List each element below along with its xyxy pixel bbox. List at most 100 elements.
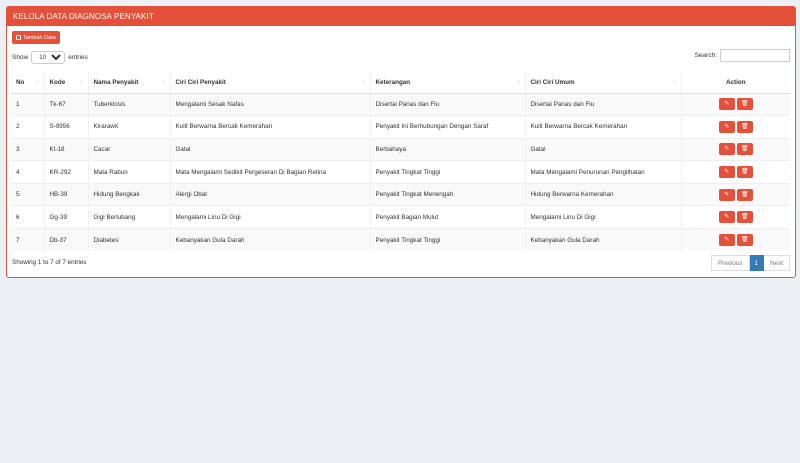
edit-button[interactable]: ✎ bbox=[718, 166, 735, 179]
table-cell: Diabetes bbox=[87, 228, 170, 252]
table-row: 3 Kt-18 Cacar Gatal Berbahaya Gatal ✎ 🗑 bbox=[11, 137, 790, 161]
table-cell: Mengalami Linu Di Gigi bbox=[524, 205, 681, 229]
table-cell: Mengalami Sesak Nafas bbox=[169, 92, 370, 116]
previous-button[interactable]: Previous bbox=[711, 255, 750, 271]
edit-button[interactable]: ✎ bbox=[718, 143, 735, 156]
sort-icon: ↓↑ bbox=[78, 79, 84, 85]
entries-length-control: Show 10 entries bbox=[12, 51, 88, 64]
table-cell: Gatal bbox=[169, 137, 370, 161]
delete-button[interactable]: 🗑 bbox=[736, 211, 753, 224]
edit-button[interactable]: ✎ bbox=[718, 98, 735, 111]
panel-title: KELOLA DATA DIAGNOSA PENYAKIT bbox=[7, 7, 795, 26]
table-cell: 2 bbox=[11, 115, 44, 139]
action-cell: ✎ 🗑 bbox=[680, 228, 790, 252]
column-header-ciri-ciri-penyakit[interactable]: Ciri Ciri Penyakit ↓↑ bbox=[169, 72, 370, 94]
delete-button[interactable]: 🗑 bbox=[736, 234, 753, 247]
column-header-label: Keterangan bbox=[375, 78, 411, 86]
table-row: 1 Tk-67 Tuberklosis Mengalami Sesak Nafas Di… bbox=[11, 92, 790, 116]
add-data-button[interactable]: Tambah Data bbox=[12, 31, 60, 44]
column-header-label: Ciri Ciri Penyakit bbox=[175, 78, 226, 86]
add-doc-icon bbox=[16, 35, 21, 40]
column-header-kode[interactable]: Kode ↓↑ bbox=[43, 72, 88, 94]
column-header-label: Action bbox=[725, 78, 746, 86]
action-cell: ✎ 🗑 bbox=[680, 182, 790, 206]
table-cell: Gg-39 bbox=[43, 205, 88, 229]
table-cell: Mata Mengalami Sedikit Pergeseran Di Bag… bbox=[169, 160, 370, 184]
table-cell: Alergi Obat bbox=[169, 182, 370, 206]
edit-button[interactable]: ✎ bbox=[718, 188, 735, 201]
action-cell: ✎ 🗑 bbox=[680, 115, 790, 139]
column-header-action[interactable]: Action bbox=[680, 72, 790, 94]
edit-button[interactable]: ✎ bbox=[718, 234, 735, 247]
action-cell: ✎ 🗑 bbox=[680, 92, 790, 116]
add-data-label: Tambah Data bbox=[23, 34, 56, 41]
search-input[interactable] bbox=[720, 49, 790, 62]
sort-icon: ↓↑ bbox=[671, 79, 677, 85]
table-cell: 3 bbox=[11, 137, 44, 161]
action-cell: ✎ 🗑 bbox=[680, 205, 790, 229]
edit-button[interactable]: ✎ bbox=[718, 211, 735, 224]
show-label: Show bbox=[12, 54, 29, 61]
edit-button[interactable]: ✎ bbox=[718, 120, 735, 133]
table-cell: 4 bbox=[11, 160, 44, 184]
column-header-label: No bbox=[16, 78, 25, 86]
next-button[interactable]: Next bbox=[764, 255, 790, 271]
column-header-nama-penyakit[interactable]: Nama Penyakit ↓↑ bbox=[87, 72, 170, 94]
table-cell: Penyakit Tingkat Tinggi bbox=[369, 228, 525, 252]
table-info: Showing 1 to 7 of 7 entries bbox=[12, 259, 87, 266]
table-cell: Hidung Berwarna Kemerahan bbox=[524, 182, 681, 206]
search-label: Search: bbox=[694, 52, 717, 59]
table-cell: Disertai Panas dan Flu bbox=[369, 92, 525, 116]
sort-icon: ↓↑ bbox=[160, 79, 166, 85]
table-row: 7 Db-37 Diabetes Kebanyakan Gula Darah Penya… bbox=[11, 228, 790, 252]
table-cell: 1 bbox=[11, 92, 44, 116]
sort-icon: ↓↑ bbox=[34, 79, 40, 85]
table-cell: Penyakit Bagian Mulut bbox=[369, 205, 525, 229]
column-header-keterangan[interactable]: Keterangan ↓↑ bbox=[369, 72, 525, 94]
action-cell: ✎ 🗑 bbox=[680, 160, 790, 184]
table-row: 2 S-9956 Kirarawit Kulit Berwarna Bercak Ke… bbox=[11, 115, 790, 139]
table-cell: Db-37 bbox=[43, 228, 88, 252]
delete-button[interactable]: 🗑 bbox=[736, 143, 753, 156]
column-header-no[interactable]: No ↓↑ bbox=[11, 72, 44, 94]
table-cell: HB-39 bbox=[43, 182, 88, 206]
column-header-label: Nama Penyakit bbox=[93, 78, 139, 86]
column-header-ciri-ciri-umum[interactable]: Ciri Ciri Umum ↓↑ bbox=[524, 72, 681, 94]
table-cell: Mengalami Linu Di Gigi bbox=[169, 205, 370, 229]
table-row: 4 KR-292 Mata Rabun Mata Mengalami Sedikit … bbox=[11, 160, 790, 184]
table-cell: 5 bbox=[11, 182, 44, 206]
column-header-label: Ciri Ciri Umum bbox=[530, 78, 575, 86]
table-cell: Cacar bbox=[87, 137, 170, 161]
pagination: Previous 1 Next bbox=[711, 255, 790, 271]
table-row: 5 HB-39 Hidung Bengkak Alergi Obat Penyakit … bbox=[11, 182, 790, 206]
delete-button[interactable]: 🗑 bbox=[736, 166, 753, 179]
table-cell: Penyakit Tingkat Menengah bbox=[369, 182, 525, 206]
table-cell: Penyakit Tingkat Tinggi bbox=[369, 160, 525, 184]
table-cell: Gigi Berlubang bbox=[87, 205, 170, 229]
table-cell: Berbahaya bbox=[369, 137, 525, 161]
table-cell: 6 bbox=[11, 205, 44, 229]
table-cell: Tuberklosis bbox=[87, 92, 170, 116]
sort-icon: ↓↑ bbox=[515, 79, 521, 85]
table-cell: 7 bbox=[11, 228, 44, 252]
table-cell: Kebanyakan Gula Darah bbox=[524, 228, 681, 252]
table-cell: Kebanyakan Gula Darah bbox=[169, 228, 370, 252]
table-cell: Tk-67 bbox=[43, 92, 88, 116]
page-1-button[interactable]: 1 bbox=[749, 255, 765, 271]
entries-select[interactable]: 10 bbox=[31, 51, 66, 64]
table-cell: Kulit Berwarna Bercak Kemerahan bbox=[169, 115, 370, 139]
table-cell: Disertai Panas dan Flu bbox=[524, 92, 681, 116]
table-cell: Mata Rabun bbox=[87, 160, 170, 184]
delete-button[interactable]: 🗑 bbox=[736, 120, 753, 133]
table-cell: Penyakit Ini Berhubungan Dengan Saraf bbox=[369, 115, 525, 139]
table-cell: S-9956 bbox=[43, 115, 88, 139]
table-row: 6 Gg-39 Gigi Berlubang Mengalami Linu Di Gi… bbox=[11, 205, 790, 229]
table-cell: Mata Mengalami Penurunan Penglihatan bbox=[524, 160, 681, 184]
table-cell: Hidung Bengkak bbox=[87, 182, 170, 206]
search-control: Search: bbox=[695, 49, 790, 62]
diagnosa-table: No ↓↑ Kode ↓↑ Nama Penyakit ↓↑ Ciri Ciri Penya… bbox=[11, 72, 790, 252]
delete-button[interactable]: 🗑 bbox=[736, 98, 753, 111]
table-cell: Gatal bbox=[524, 137, 681, 161]
table-cell: Kirarawit bbox=[87, 115, 170, 139]
delete-button[interactable]: 🗑 bbox=[736, 188, 753, 201]
